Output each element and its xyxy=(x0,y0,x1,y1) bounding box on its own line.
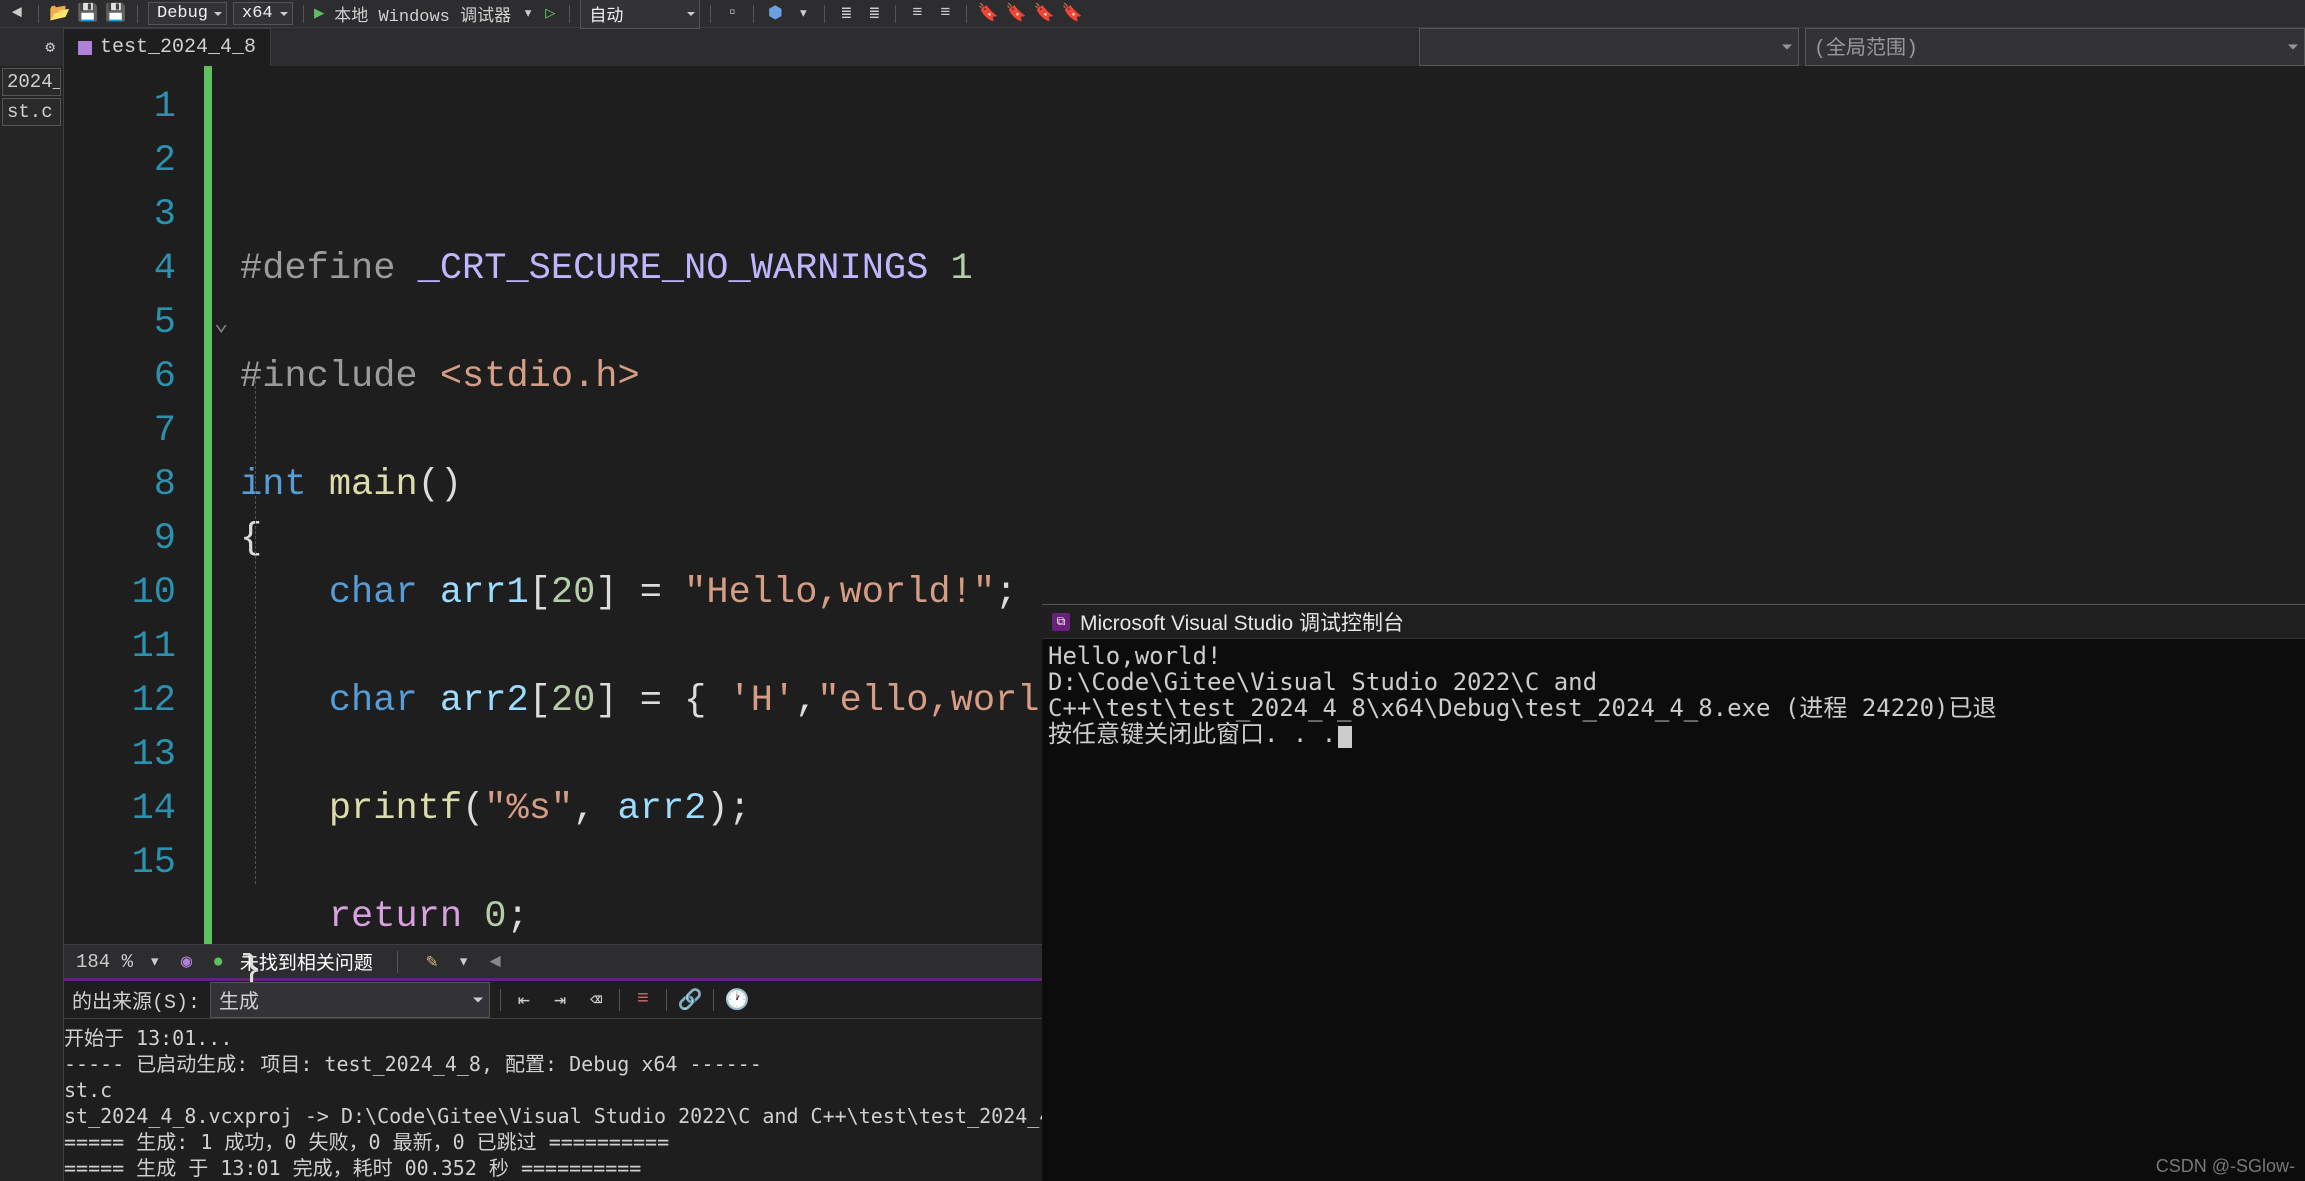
code-line[interactable]: #include <stdio.h> xyxy=(240,350,2305,404)
uncomment-icon[interactable]: ≡ xyxy=(934,3,956,25)
indent-icon[interactable]: ≣ xyxy=(835,3,857,25)
bookmark-clear-icon[interactable]: 🔖 xyxy=(1061,3,1083,25)
change-bar xyxy=(204,66,212,944)
pkg-icon[interactable]: ⬢ xyxy=(764,3,786,25)
lightbulb-icon[interactable]: ◉ xyxy=(176,952,196,972)
watermark: CSDN @-SGlow- xyxy=(2156,1156,2295,1177)
bookmark-prev-icon[interactable]: 🔖 xyxy=(1005,3,1027,25)
fold-column[interactable]: ⌄ xyxy=(212,66,240,944)
comment-icon[interactable]: ≡ xyxy=(906,3,928,25)
cursor-icon xyxy=(1338,726,1352,748)
config-dropdown[interactable]: Debug xyxy=(148,2,227,25)
file-tab[interactable]: test_2024_4_8 xyxy=(64,28,271,66)
document-tabs: ⚙ test_2024_4_8 (全局范围) xyxy=(0,28,2305,66)
explorer-root[interactable]: 2024_4_8 xyxy=(2,68,61,96)
dropdown2-icon[interactable]: ▾ xyxy=(792,3,814,25)
zoom-label[interactable]: 184 % xyxy=(76,951,133,973)
line-numbers: 123456789101112131415 xyxy=(64,66,204,944)
cpp-file-icon xyxy=(78,41,92,55)
code-line[interactable]: { xyxy=(240,512,2305,566)
solution-explorer[interactable]: 2024_4_8 st.c xyxy=(0,66,64,1181)
open-icon[interactable]: 📂 xyxy=(49,3,71,25)
scope-dropdown-right[interactable]: (全局范围) xyxy=(1805,28,2305,66)
file-tab-label: test_2024_4_8 xyxy=(100,36,256,59)
save-all-icon[interactable]: 💾 xyxy=(105,3,127,25)
fold-toggle-icon[interactable]: ⌄ xyxy=(214,308,228,338)
play-no-debug-icon[interactable]: ▷ xyxy=(545,3,555,24)
debug-console-window[interactable]: ⧉ Microsoft Visual Studio 调试控制台 Hello,wo… xyxy=(1042,604,2305,1181)
console-title-text: Microsoft Visual Studio 调试控制台 xyxy=(1080,607,1404,637)
console-titlebar[interactable]: ⧉ Microsoft Visual Studio 调试控制台 xyxy=(1042,605,2305,639)
save-icon[interactable]: 💾 xyxy=(77,3,99,25)
code-line[interactable] xyxy=(240,296,2305,350)
code-line[interactable] xyxy=(240,404,2305,458)
output-source-dropdown[interactable]: 生成 xyxy=(210,982,490,1018)
check-icon: ● xyxy=(212,951,223,973)
scope-dropdown-left[interactable] xyxy=(1419,28,1799,66)
gear-icon[interactable]: ⚙ xyxy=(45,37,55,57)
vs-icon: ⧉ xyxy=(1052,613,1070,631)
dropdown-arrow-icon[interactable]: ▾ xyxy=(517,3,539,25)
outdent-icon[interactable]: ≣ xyxy=(863,3,885,25)
bookmark-next-icon[interactable]: 🔖 xyxy=(1033,3,1055,25)
code-line[interactable]: int main() xyxy=(240,458,2305,512)
play-icon[interactable]: ▶ xyxy=(314,3,324,24)
debugger-label[interactable]: 本地 Windows 调试器 xyxy=(334,1,511,27)
nav-back-icon[interactable]: ◄ xyxy=(6,3,28,25)
main-toolbar: ◄ 📂 💾 💾 Debug x64 ▶ 本地 Windows 调试器 ▾ ▷ 自… xyxy=(0,0,2305,28)
explorer-file[interactable]: st.c xyxy=(2,98,61,126)
output-source-label: 的出来源(S): xyxy=(72,985,200,1015)
code-line[interactable]: #define _CRT_SECURE_NO_WARNINGS 1 xyxy=(240,242,2305,296)
auto-dropdown[interactable]: 自动 xyxy=(580,0,700,29)
box-icon[interactable]: ▫ xyxy=(721,3,743,25)
platform-dropdown[interactable]: x64 xyxy=(233,2,293,25)
zoom-arrow-icon[interactable]: ▾ xyxy=(149,950,160,973)
console-body[interactable]: Hello,world! D:\Code\Gitee\Visual Studio… xyxy=(1042,639,2305,1181)
bookmark-icon[interactable]: 🔖 xyxy=(977,3,999,25)
